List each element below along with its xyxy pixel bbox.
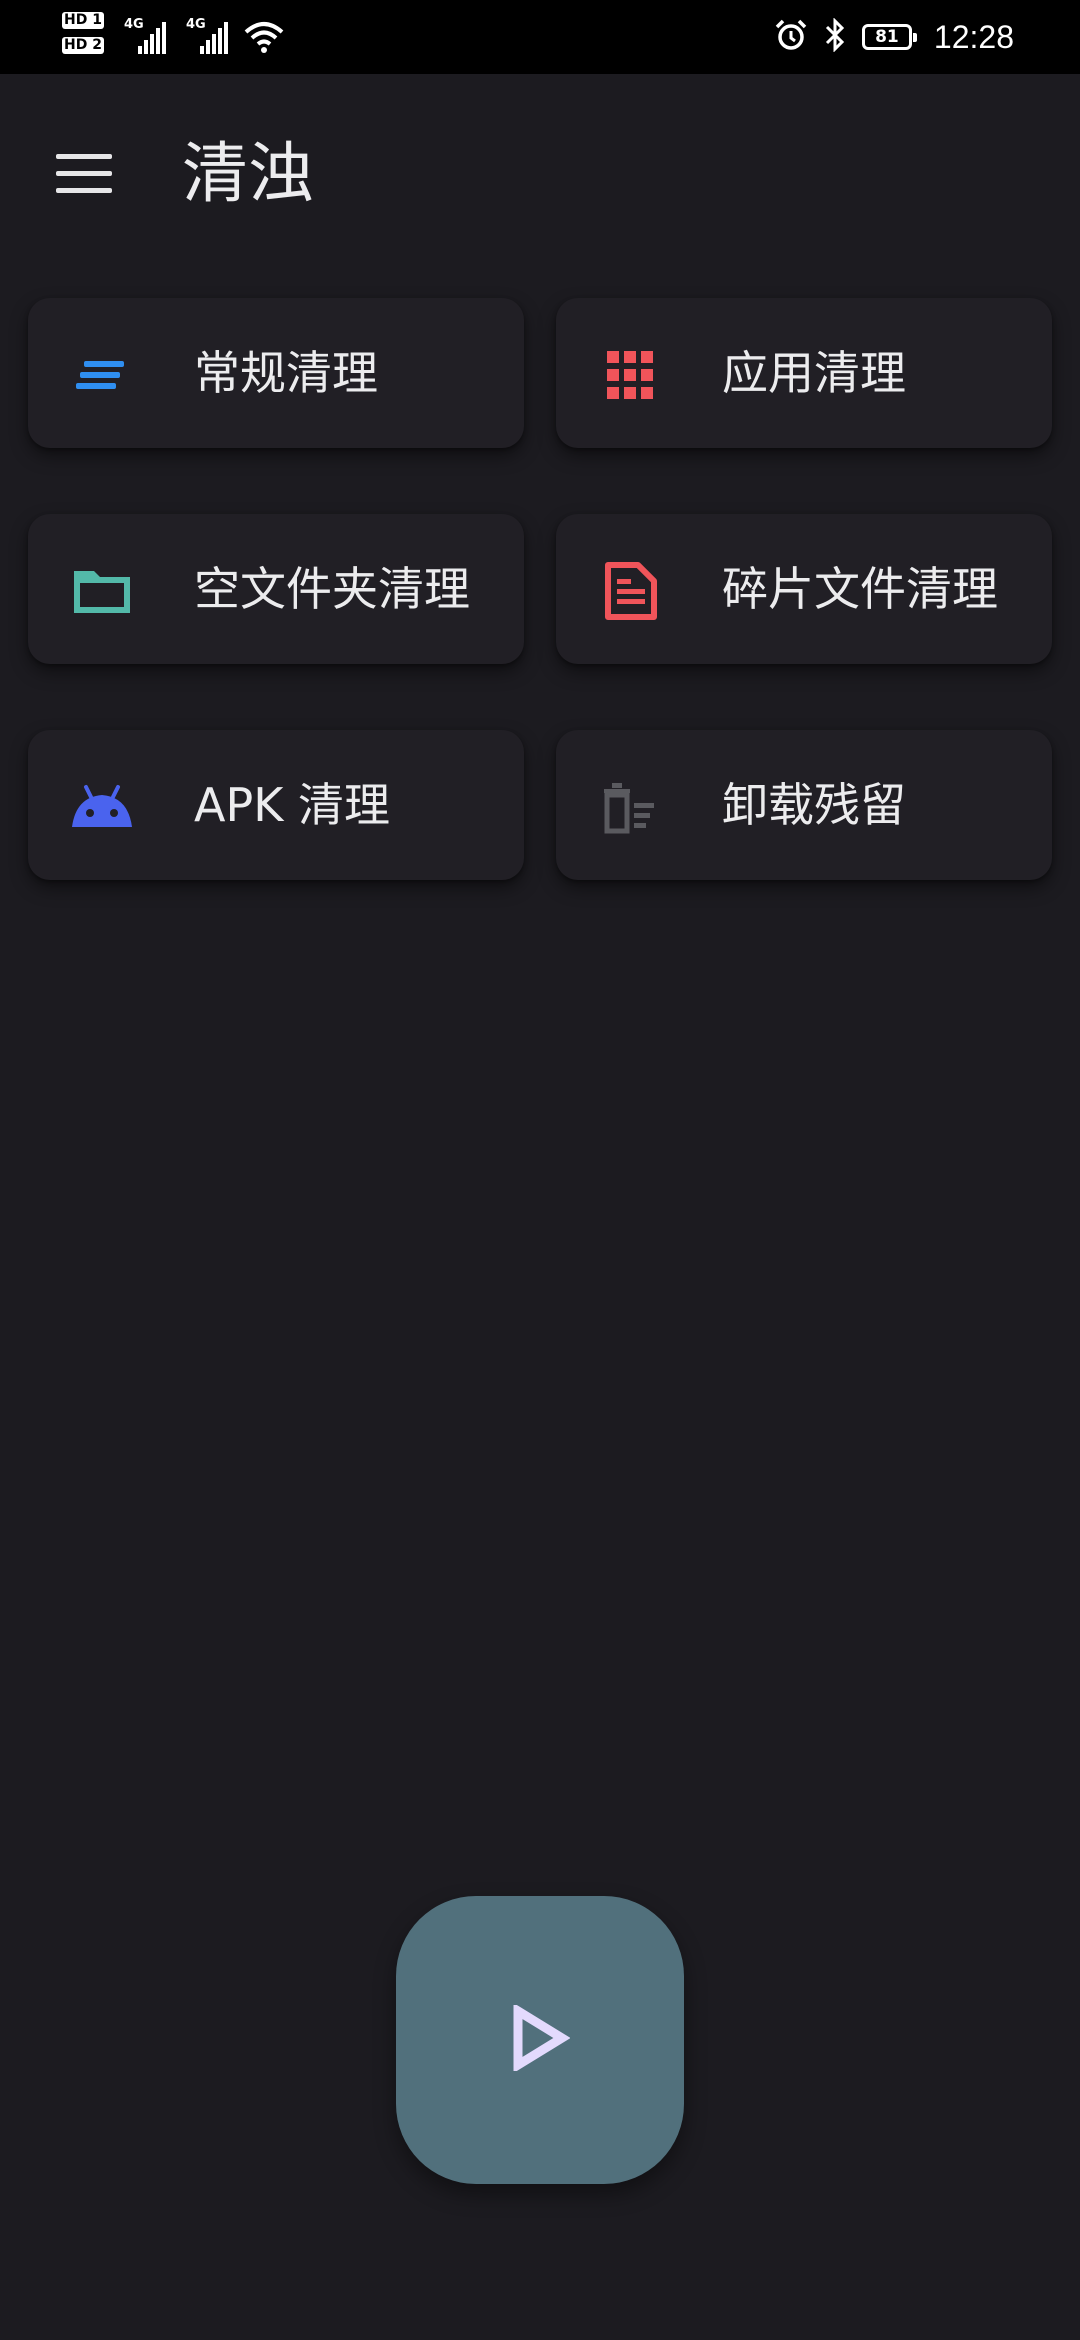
battery-icon: 81 [861,24,917,50]
hamburger-menu-button[interactable] [40,130,128,218]
card-fragment-file-clean[interactable]: 碎片文件清理 [556,514,1052,664]
lines-icon [70,343,134,407]
alarm-icon [774,18,808,56]
status-right: 81 12:28 [774,0,1014,74]
card-uninstall-residue[interactable]: 卸载残留 [556,730,1052,880]
battery-level: 81 [875,27,899,47]
trash-list-icon [598,775,662,839]
android-icon [70,775,134,839]
play-icon [510,2002,571,2075]
card-label: 卸载残留 [722,778,906,832]
card-label: APK 清理 [194,778,390,832]
card-apk-clean[interactable]: APK 清理 [28,730,524,880]
document-icon [598,559,662,623]
card-app-clean[interactable]: 应用清理 [556,298,1052,448]
app-grid-icon [598,343,662,407]
app-bar: 清浊 [0,74,1080,274]
status-bar: HD 1 HD 2 4G 4G 81 12:28 [0,0,1080,74]
card-label: 应用清理 [722,346,906,400]
sim-indicators: HD 1 HD 2 [62,10,118,60]
sim2-badge: HD 2 [62,37,104,54]
status-time: 12:28 [933,18,1014,55]
folder-icon [70,559,134,623]
card-label: 常规清理 [194,346,378,400]
hamburger-menu-icon [56,154,112,194]
wifi-icon [244,20,284,58]
bluetooth-icon [824,17,846,56]
card-label: 空文件夹清理 [194,562,470,616]
card-empty-folder-clean[interactable]: 空文件夹清理 [28,514,524,664]
card-general-clean[interactable]: 常规清理 [28,298,524,448]
start-scan-button[interactable] [396,1896,684,2184]
card-label: 碎片文件清理 [722,562,998,616]
page-title: 清浊 [182,135,314,212]
sim1-badge: HD 1 [62,12,104,29]
